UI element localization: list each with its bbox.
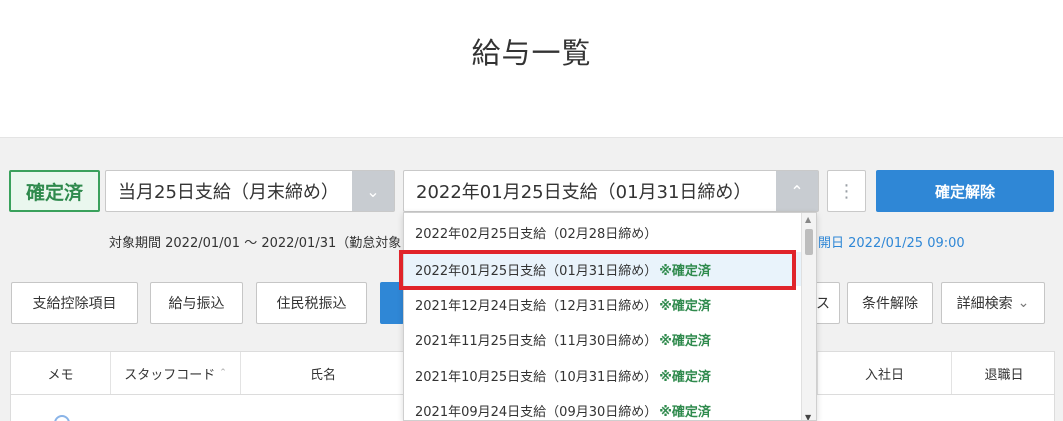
- target-period-text: 対象期間 2022/01/01 〜 2022/01/31（勤怠対象: [109, 236, 402, 251]
- dropdown-option[interactable]: 2021年12月24日支給（12月31日締め） ※確定済: [404, 287, 802, 321]
- column-header-hire-date: 入社日: [817, 352, 952, 394]
- highlight-annotation: [399, 250, 796, 290]
- status-badge: 確定済: [9, 170, 100, 212]
- option-status: ※確定済: [659, 369, 711, 385]
- option-label: 2022年02月25日支給（02月28日締め）: [415, 226, 658, 242]
- dropdown-option[interactable]: 2021年09月24日支給（09月30日締め） ※確定済: [404, 393, 802, 420]
- column-header-retire-date: 退職日: [984, 367, 1024, 383]
- detail-search-button[interactable]: 詳細検索 ⌄: [941, 282, 1045, 324]
- chevron-down-icon[interactable]: ⌄: [352, 171, 394, 211]
- chevron-up-icon[interactable]: ⌃: [776, 171, 818, 211]
- pay-period-value: 2022年01月25日支給（01月31日締め）: [416, 182, 752, 203]
- chevron-down-icon: ⌄: [1017, 295, 1030, 311]
- option-label: 2021年11月25日支給（11月30日締め）: [415, 333, 658, 349]
- resident-tax-transfer-button[interactable]: 住民税振込: [256, 282, 367, 324]
- option-status: ※確定済: [659, 333, 711, 349]
- open-date-text: 開日 2022/01/25 09:00: [818, 236, 965, 251]
- clear-filter-button[interactable]: 条件解除: [847, 282, 933, 324]
- page-title: 給与一覧: [471, 36, 592, 70]
- dropdown-option[interactable]: 2022年02月25日支給（02月28日締め）: [404, 215, 802, 249]
- column-header-staff-code-label: スタッフコード: [124, 367, 216, 383]
- salary-transfer-button[interactable]: 給与振込: [150, 282, 243, 324]
- option-label: 2021年12月24日支給（12月31日締め）: [415, 298, 658, 314]
- pay-period-dropdown: 2022年02月25日支給（02月28日締め） 2022年01月25日支給（01…: [403, 212, 817, 421]
- dropdown-scrollbar[interactable]: ▲ ▼: [801, 213, 816, 420]
- dropdown-option[interactable]: 2021年11月25日支給（11月30日締め） ※確定済: [404, 322, 802, 356]
- column-header-memo: メモ: [11, 352, 111, 394]
- dropdown-option[interactable]: 2021年10月25日支給（10月31日締め） ※確定済: [404, 358, 802, 392]
- deductions-button[interactable]: 支給控除項目: [11, 282, 138, 324]
- option-status: ※確定済: [659, 404, 711, 420]
- pay-period-select[interactable]: 2022年01月25日支給（01月31日締め） ⌃: [403, 170, 819, 212]
- scroll-up-icon[interactable]: ▲: [805, 215, 811, 224]
- option-status: ※確定済: [659, 298, 711, 314]
- scrollbar-thumb[interactable]: [805, 229, 813, 255]
- column-header-staff-code[interactable]: スタッフコード ⌃: [111, 352, 241, 394]
- option-label: 2021年10月25日支給（10月31日締め）: [415, 369, 658, 385]
- column-header-name: 氏名: [309, 367, 336, 383]
- option-label: 2021年09月24日支給（09月30日締め）: [415, 404, 658, 420]
- memo-icon[interactable]: [54, 415, 70, 421]
- unconfirm-button[interactable]: 確定解除: [876, 170, 1054, 212]
- more-vertical-icon[interactable]: ⋮: [827, 170, 866, 212]
- sort-caret-icon[interactable]: ⌃: [219, 368, 227, 378]
- scroll-down-icon[interactable]: ▼: [805, 413, 811, 420]
- detail-search-label: 詳細検索: [956, 296, 1013, 312]
- pay-schedule-value: 当月25日支給（月末締め）: [118, 182, 339, 203]
- pay-schedule-select[interactable]: 当月25日支給（月末締め） ⌄: [105, 170, 395, 212]
